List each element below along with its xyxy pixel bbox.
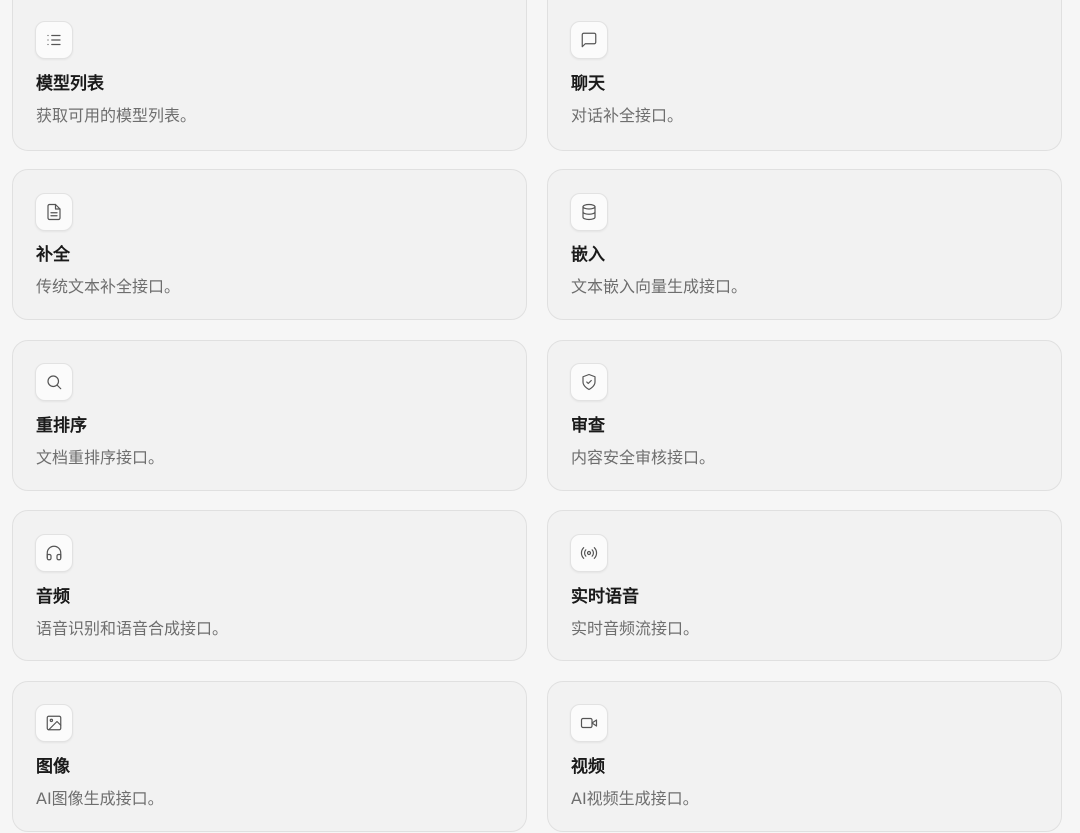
search-icon — [35, 363, 73, 401]
card-description: AI视频生成接口。 — [571, 789, 699, 808]
card-title: 模型列表 — [36, 74, 104, 94]
card-images[interactable]: 图像 AI图像生成接口。 — [12, 681, 527, 832]
card-audio[interactable]: 音频 语音识别和语音合成接口。 — [12, 510, 527, 661]
card-title: 补全 — [36, 245, 70, 265]
card-description: 文本嵌入向量生成接口。 — [571, 277, 748, 296]
card-title: 重排序 — [36, 416, 87, 436]
card-description: 对话补全接口。 — [571, 106, 684, 125]
card-title: 审查 — [571, 416, 605, 436]
card-title: 聊天 — [571, 74, 605, 94]
card-description: 语音识别和语音合成接口。 — [36, 619, 229, 638]
image-icon — [35, 704, 73, 742]
card-rerank[interactable]: 重排序 文档重排序接口。 — [12, 340, 527, 491]
api-endpoint-grid: 模型列表 获取可用的模型列表。 聊天 对话补全接口。 补全 传统文本补全接口。 … — [0, 0, 1080, 833]
card-moderation[interactable]: 审查 内容安全审核接口。 — [547, 340, 1062, 491]
card-completions[interactable]: 补全 传统文本补全接口。 — [12, 169, 527, 320]
card-title: 音频 — [36, 587, 70, 607]
card-models-list[interactable]: 模型列表 获取可用的模型列表。 — [12, 0, 527, 151]
card-title: 嵌入 — [571, 245, 605, 265]
list-icon — [35, 21, 73, 59]
shield-check-icon — [570, 363, 608, 401]
card-description: 内容安全审核接口。 — [571, 448, 716, 467]
card-title: 实时语音 — [571, 587, 639, 607]
document-icon — [35, 193, 73, 231]
database-icon — [570, 193, 608, 231]
chat-bubble-icon — [570, 21, 608, 59]
broadcast-icon — [570, 534, 608, 572]
card-embeddings[interactable]: 嵌入 文本嵌入向量生成接口。 — [547, 169, 1062, 320]
video-camera-icon — [570, 704, 608, 742]
card-chat[interactable]: 聊天 对话补全接口。 — [547, 0, 1062, 151]
card-description: 文档重排序接口。 — [36, 448, 165, 467]
headphones-icon — [35, 534, 73, 572]
card-description: AI图像生成接口。 — [36, 789, 164, 808]
card-realtime[interactable]: 实时语音 实时音频流接口。 — [547, 510, 1062, 661]
card-description: 传统文本补全接口。 — [36, 277, 181, 296]
card-title: 视频 — [571, 757, 605, 777]
card-description: 实时音频流接口。 — [571, 619, 700, 638]
card-description: 获取可用的模型列表。 — [36, 106, 197, 125]
card-title: 图像 — [36, 757, 70, 777]
card-video[interactable]: 视频 AI视频生成接口。 — [547, 681, 1062, 832]
